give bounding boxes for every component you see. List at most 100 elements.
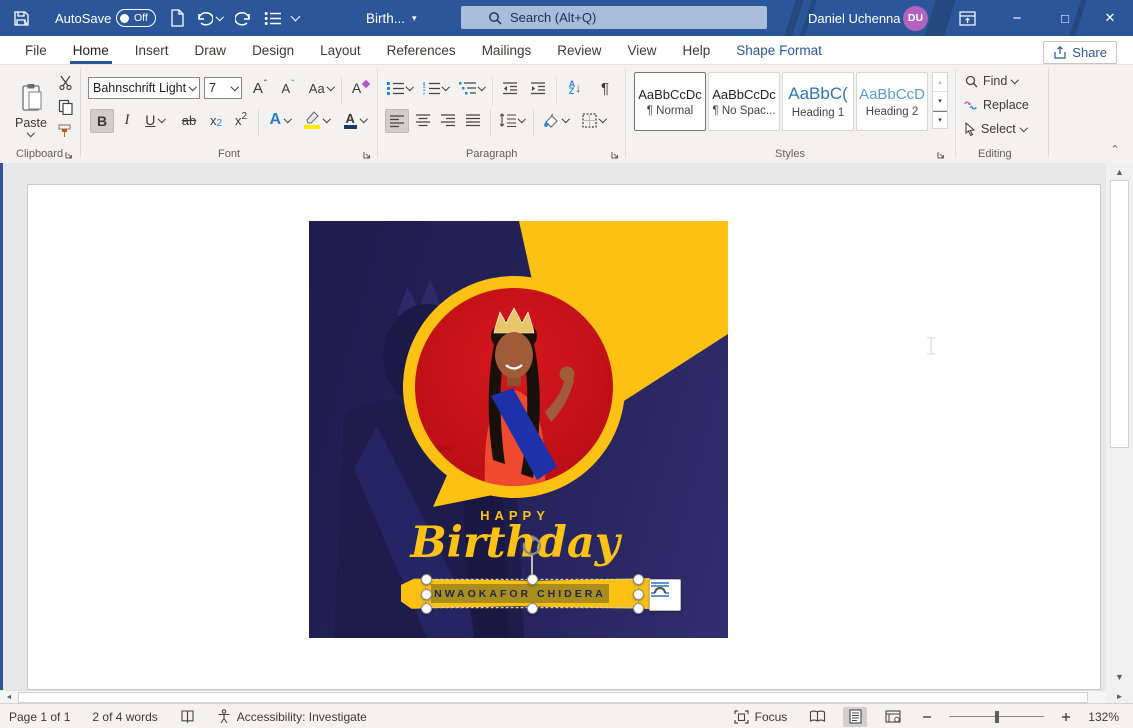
bold-button[interactable]: B — [90, 109, 114, 133]
font-name-select[interactable]: Bahnschrift Light — [88, 77, 200, 99]
sort-button[interactable]: AZ ↓ — [562, 77, 588, 99]
document-page[interactable]: BeatzPix HAPPY Birthday NWAOKAFOR CHIDER… — [27, 184, 1101, 690]
user-name[interactable]: Daniel Uchenna — [808, 0, 901, 36]
vertical-scrollbar[interactable]: ▲ ▼ — [1106, 163, 1133, 690]
line-spacing-button[interactable] — [496, 109, 528, 131]
borders-button[interactable] — [577, 109, 611, 131]
vertical-scroll-thumb[interactable] — [1110, 180, 1129, 448]
underline-button[interactable]: U — [140, 109, 170, 131]
cut-button[interactable] — [55, 73, 75, 91]
resize-handle-n[interactable] — [527, 574, 538, 585]
grow-font-button[interactable]: Aˆ — [248, 77, 272, 99]
font-size-select[interactable]: 7 — [204, 77, 242, 99]
web-layout-button[interactable] — [881, 707, 905, 727]
page-indicator[interactable]: Page 1 of 1 — [9, 710, 70, 724]
styles-scroll-up-button[interactable]: ▴ — [933, 73, 947, 91]
tab-help[interactable]: Help — [670, 36, 724, 64]
align-center-button[interactable] — [412, 109, 434, 131]
save-button[interactable] — [12, 0, 31, 36]
word-count[interactable]: 2 of 4 words — [92, 710, 157, 724]
increase-indent-button[interactable] — [526, 77, 550, 99]
clear-formatting-button[interactable]: A — [348, 77, 374, 99]
copy-button[interactable] — [55, 98, 75, 116]
style-heading-1[interactable]: AaBbC( Heading 1 — [782, 72, 854, 131]
read-mode-button[interactable] — [805, 707, 829, 727]
bullets-button[interactable] — [385, 77, 415, 99]
replace-button[interactable]: Replace — [963, 98, 1029, 112]
horizontal-scrollbar[interactable]: ◄ — [0, 690, 1106, 704]
proofing-status[interactable] — [180, 709, 195, 724]
tab-insert[interactable]: Insert — [122, 36, 182, 64]
search-input[interactable]: Search (Alt+Q) — [461, 6, 767, 29]
zoom-slider-thumb[interactable] — [995, 711, 999, 723]
style-no-spacing[interactable]: AaBbCcDc ¶ No Spac... — [708, 72, 780, 131]
tab-home[interactable]: Home — [60, 36, 122, 64]
tab-file[interactable]: File — [12, 36, 60, 64]
align-left-button[interactable] — [385, 109, 409, 133]
shading-button[interactable] — [539, 109, 571, 131]
justify-button[interactable] — [462, 109, 484, 131]
styles-scroll-down-button[interactable]: ▾ — [933, 91, 947, 110]
tab-review[interactable]: Review — [544, 36, 614, 64]
paste-button[interactable]: Paste — [10, 73, 52, 145]
scroll-left-button[interactable]: ◄ — [2, 692, 16, 703]
format-painter-button[interactable] — [55, 122, 75, 140]
tab-view[interactable]: View — [614, 36, 669, 64]
print-layout-button[interactable] — [843, 707, 867, 727]
layout-options-button[interactable] — [649, 579, 681, 611]
styles-dialog-launcher[interactable] — [936, 148, 947, 159]
tab-mailings[interactable]: Mailings — [469, 36, 545, 64]
clipboard-dialog-launcher[interactable] — [64, 148, 75, 159]
collapse-ribbon-button[interactable]: ⌃ — [1104, 141, 1126, 157]
resize-handle-sw[interactable] — [421, 603, 432, 614]
highlight-color-button[interactable] — [300, 109, 334, 131]
style-heading-2[interactable]: AaBbCcD Heading 2 — [856, 72, 928, 131]
multilevel-list-button[interactable] — [457, 77, 487, 99]
change-case-button[interactable]: Aa — [306, 77, 336, 99]
undo-dropdown-icon[interactable] — [216, 13, 224, 21]
strikethrough-button[interactable]: ab — [176, 109, 202, 131]
resize-handle-e[interactable] — [633, 589, 644, 600]
focus-mode-button[interactable]: Focus — [734, 710, 788, 724]
align-right-button[interactable] — [437, 109, 459, 131]
style-normal[interactable]: AaBbCcDc ¶ Normal — [634, 72, 706, 131]
tab-draw[interactable]: Draw — [182, 36, 240, 64]
shrink-font-button[interactable]: Aˇ — [276, 77, 300, 99]
undo-button[interactable] — [196, 0, 223, 36]
qat-customize-button[interactable] — [292, 0, 299, 36]
resize-handle-nw[interactable] — [421, 574, 432, 585]
ribbon-display-options-button[interactable] — [944, 0, 990, 36]
resize-handle-se[interactable] — [633, 603, 644, 614]
maximize-button[interactable]: □ — [1042, 0, 1088, 36]
decrease-indent-button[interactable] — [498, 77, 522, 99]
minimize-button[interactable]: − — [994, 0, 1040, 36]
new-document-button[interactable] — [170, 0, 185, 36]
subscript-button[interactable]: x2 — [204, 109, 228, 131]
scroll-down-button[interactable]: ▼ — [1110, 668, 1129, 685]
tab-layout[interactable]: Layout — [307, 36, 374, 64]
styles-gallery-more-button[interactable]: ▾ — [933, 110, 947, 128]
tab-shape-format[interactable]: Shape Format — [723, 36, 835, 64]
select-button[interactable]: Select — [964, 122, 1026, 136]
superscript-button[interactable]: x2 — [229, 109, 253, 131]
show-hide-pilcrow-button[interactable]: ¶ — [594, 77, 616, 99]
italic-button[interactable]: I — [118, 109, 136, 131]
birthday-card-image[interactable]: BeatzPix HAPPY Birthday NWAOKAFOR CHIDER… — [309, 221, 728, 638]
share-button[interactable]: Share — [1043, 41, 1117, 64]
resize-handle-w[interactable] — [421, 589, 432, 600]
horizontal-scroll-thumb[interactable] — [18, 692, 1088, 703]
text-effects-button[interactable]: A — [264, 109, 296, 131]
font-color-button[interactable]: A — [338, 109, 372, 131]
document-title[interactable]: Birth... ▾ — [366, 0, 417, 36]
avatar[interactable]: DU — [903, 0, 928, 36]
scroll-up-button[interactable]: ▲ — [1110, 163, 1129, 180]
scroll-right-button[interactable]: ► — [1106, 690, 1133, 703]
find-button[interactable]: Find — [965, 74, 1018, 88]
resize-handle-ne[interactable] — [633, 574, 644, 585]
redo-button[interactable] — [235, 0, 252, 36]
numbering-button[interactable] — [421, 77, 451, 99]
autosave-toggle[interactable]: Off — [116, 0, 156, 36]
resize-handle-s[interactable] — [527, 603, 538, 614]
close-button[interactable]: ✕ — [1087, 0, 1133, 36]
paragraph-dialog-launcher[interactable] — [610, 148, 621, 159]
